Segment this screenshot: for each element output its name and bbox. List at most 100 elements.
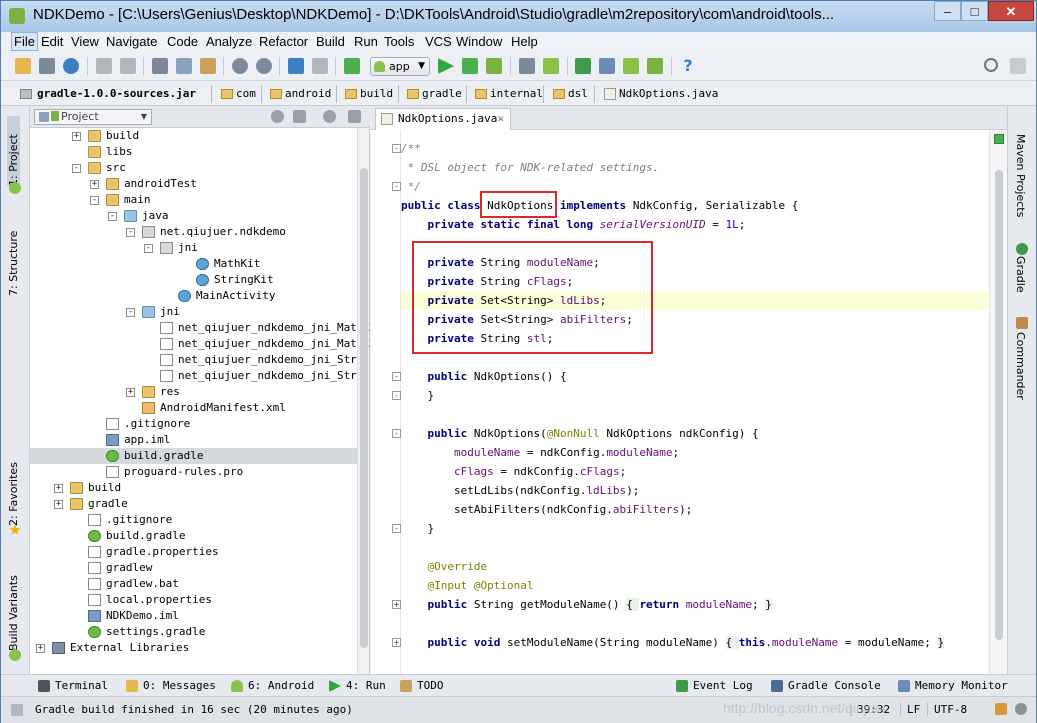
collapse-icon[interactable]: -	[126, 308, 135, 317]
line-separator[interactable]: LF	[900, 703, 920, 716]
inspector-icon[interactable]	[1015, 703, 1027, 715]
tab-ndkoptions[interactable]: NdkOptions.java ✕	[375, 108, 511, 130]
menu-build[interactable]: Build	[314, 33, 347, 50]
tree-item[interactable]: build.gradle	[30, 448, 358, 464]
collapse-icon[interactable]: -	[108, 212, 117, 221]
expand-icon[interactable]: +	[54, 500, 63, 509]
menu-run[interactable]: Run	[352, 33, 380, 50]
sdk-icon[interactable]	[623, 58, 639, 74]
sync-gradle-icon[interactable]	[575, 58, 591, 74]
collapse-icon[interactable]: -	[90, 196, 99, 205]
close-tab-icon[interactable]: ✕	[497, 109, 504, 129]
tool-window-build-variants[interactable]: Build Variants	[7, 561, 20, 651]
tree-item[interactable]: StringKit	[30, 272, 358, 288]
tree-item[interactable]: app.iml	[30, 432, 358, 448]
fold-marker[interactable]: +	[392, 600, 401, 609]
tool-window-project[interactable]: 1: Project	[7, 116, 20, 186]
fold-marker[interactable]: -	[392, 391, 401, 400]
tool-gradle-console[interactable]: Gradle Console	[770, 678, 881, 694]
fold-marker[interactable]: +	[392, 638, 401, 647]
tree-item[interactable]: gradlew.bat	[30, 576, 358, 592]
tree-item[interactable]: - src	[30, 160, 358, 176]
tree-item[interactable]: MathKit	[30, 256, 358, 272]
tool-android[interactable]: 6: Android	[230, 678, 314, 694]
tree-item[interactable]: net_qiujuer_ndkdemo_jni_StringKi	[30, 352, 370, 368]
make-icon[interactable]	[344, 58, 360, 74]
collapse-icon[interactable]: -	[72, 164, 81, 173]
undo-icon[interactable]	[96, 58, 112, 74]
inspection-ok-icon[interactable]	[994, 134, 1004, 144]
search-icon[interactable]	[984, 58, 998, 72]
tool-event-log[interactable]: Event Log	[675, 678, 753, 694]
profile-icon[interactable]	[519, 58, 535, 74]
breadcrumb-internal[interactable]: internal	[474, 85, 544, 103]
breadcrumb-file[interactable]: NdkOptions.java	[603, 85, 719, 103]
replace-icon[interactable]	[256, 58, 272, 74]
collapse-icon[interactable]: -	[126, 228, 135, 237]
menu-refactor[interactable]: Refactor	[257, 33, 310, 50]
fold-marker[interactable]: -	[392, 182, 401, 191]
tool-memory-monitor[interactable]: Memory Monitor	[897, 678, 1008, 694]
tool-window-maven[interactable]: Maven Projects	[1014, 134, 1027, 224]
gear-icon[interactable]	[323, 110, 336, 123]
menu-code[interactable]: Code	[165, 33, 200, 50]
menu-edit[interactable]: Edit	[39, 33, 65, 50]
fold-marker[interactable]: -	[392, 144, 401, 153]
expand-icon[interactable]: +	[72, 132, 81, 141]
tree-item[interactable]: net_qiujuer_ndkdemo_jni_MathKit.l	[30, 336, 370, 352]
tool-window-commander[interactable]: Commander	[1014, 332, 1027, 412]
expand-icon[interactable]: +	[54, 484, 63, 493]
cut-icon[interactable]	[152, 58, 168, 74]
lock-icon[interactable]	[995, 703, 1007, 715]
tree-item[interactable]: libs	[30, 144, 358, 160]
tool-run[interactable]: 4: Run	[328, 678, 386, 694]
tree-item[interactable]: net_qiujuer_ndkdemo_jni_MathKit.	[30, 320, 370, 336]
menu-file[interactable]: File	[11, 32, 38, 51]
maximize-button[interactable]: □	[961, 1, 988, 21]
collapse-icon[interactable]: -	[144, 244, 153, 253]
tree-item[interactable]: + gradle	[30, 496, 358, 512]
title-bar[interactable]: NDKDemo - [C:\Users\Genius\Desktop\NDKDe…	[1, 1, 1036, 32]
avd-icon[interactable]	[543, 58, 559, 74]
fold-marker[interactable]: -	[392, 524, 401, 533]
tree-item[interactable]: - main	[30, 192, 358, 208]
menu-tools[interactable]: Tools	[382, 33, 416, 50]
fold-marker[interactable]: -	[392, 429, 401, 438]
redo-icon[interactable]	[120, 58, 136, 74]
expand-icon[interactable]: +	[126, 388, 135, 397]
project-view-select[interactable]: Project ▼	[34, 109, 152, 125]
tree-item[interactable]: + androidTest	[30, 176, 358, 192]
code-editor[interactable]: - - - - - - + + /** * DSL object for NDK…	[371, 130, 1007, 674]
locate-icon[interactable]	[271, 110, 284, 123]
tool-todo[interactable]: TODO	[399, 678, 444, 694]
menu-analyze[interactable]: Analyze	[204, 33, 254, 50]
menu-window[interactable]: Window	[454, 33, 504, 50]
status-toggle-icon[interactable]	[11, 704, 23, 716]
breadcrumb-build[interactable]: build	[344, 85, 399, 103]
tree-item[interactable]: local.properties	[30, 592, 358, 608]
tree-item[interactable]: proguard-rules.pro	[30, 464, 358, 480]
tree-item[interactable]: MainActivity	[30, 288, 358, 304]
breadcrumb-android[interactable]: android	[269, 85, 337, 103]
attach-icon[interactable]	[486, 58, 502, 74]
expand-icon[interactable]: +	[36, 644, 45, 653]
tree-item[interactable]: AndroidManifest.xml	[30, 400, 358, 416]
back-icon[interactable]	[288, 58, 304, 74]
tree-item[interactable]: gradle.properties	[30, 544, 358, 560]
tree-item[interactable]: .gitignore	[30, 512, 358, 528]
menu-view[interactable]: View	[69, 33, 101, 50]
hide-icon[interactable]	[348, 110, 361, 123]
debug-icon[interactable]	[462, 58, 478, 74]
breadcrumb-gradle[interactable]: gradle	[406, 85, 467, 103]
breadcrumb-com[interactable]: com	[220, 85, 262, 103]
tree-item[interactable]: + External Libraries	[30, 640, 358, 656]
tree-item[interactable]: build.gradle	[30, 528, 358, 544]
toolbar-overflow-icon[interactable]	[1010, 58, 1026, 74]
copy-icon[interactable]	[176, 58, 192, 74]
tree-item[interactable]: NDKDemo.iml	[30, 608, 358, 624]
run-config-select[interactable]: app ▼	[370, 57, 430, 76]
tool-window-structure[interactable]: 7: Structure	[7, 216, 20, 296]
tool-window-favorites[interactable]: 2: Favorites	[7, 446, 20, 526]
expand-icon[interactable]: +	[90, 180, 99, 189]
tool-terminal[interactable]: Terminal	[37, 678, 108, 694]
